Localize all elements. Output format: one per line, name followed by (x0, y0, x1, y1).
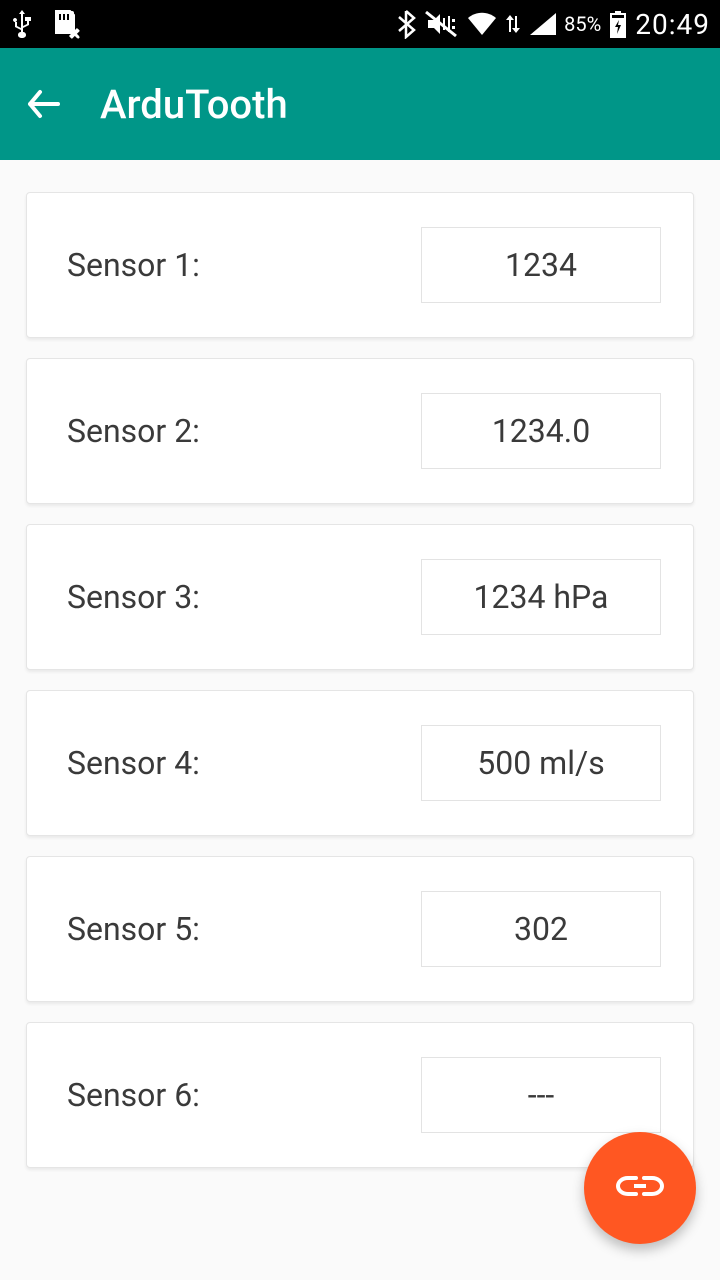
status-right: 85% 20:49 (396, 8, 710, 41)
battery-percent: 85% (564, 12, 601, 36)
app-title: ArduTooth (100, 81, 288, 128)
sensor-label: Sensor 3: (67, 578, 200, 616)
cellular-signal-icon (528, 11, 556, 37)
battery-charging-icon (609, 10, 627, 38)
sensor-label: Sensor 6: (67, 1076, 200, 1114)
data-arrows-icon (506, 14, 520, 34)
sensor-card-3: Sensor 3: 1234 hPa (26, 524, 694, 670)
sensor-card-2: Sensor 2: 1234.0 (26, 358, 694, 504)
sensor-list: Sensor 1: 1234 Sensor 2: 1234.0 Sensor 3… (0, 160, 720, 1168)
status-left (10, 8, 80, 40)
sensor-value[interactable]: 1234 (421, 227, 661, 303)
sensor-card-6: Sensor 6: --- (26, 1022, 694, 1168)
sensor-label: Sensor 5: (67, 910, 200, 948)
sensor-value[interactable]: 1234 hPa (421, 559, 661, 635)
wifi-icon (466, 11, 498, 37)
bluetooth-icon (396, 9, 416, 39)
app-bar: ArduTooth (0, 48, 720, 160)
sensor-label: Sensor 1: (67, 246, 200, 284)
sensor-card-1: Sensor 1: 1234 (26, 192, 694, 338)
vibrate-mute-icon (424, 10, 458, 38)
back-button[interactable] (24, 84, 64, 124)
status-time: 20:49 (635, 8, 710, 41)
sensor-value[interactable]: --- (421, 1057, 661, 1133)
connect-fab[interactable] (584, 1132, 696, 1244)
usb-icon (10, 8, 34, 40)
sensor-card-5: Sensor 5: 302 (26, 856, 694, 1002)
link-icon (616, 1174, 664, 1202)
sensor-value[interactable]: 302 (421, 891, 661, 967)
sensor-value[interactable]: 500 ml/s (421, 725, 661, 801)
status-bar: 85% 20:49 (0, 0, 720, 48)
sensor-value[interactable]: 1234.0 (421, 393, 661, 469)
sim-error-icon (52, 9, 80, 39)
sensor-card-4: Sensor 4: 500 ml/s (26, 690, 694, 836)
sensor-label: Sensor 2: (67, 412, 200, 450)
sensor-label: Sensor 4: (67, 744, 200, 782)
